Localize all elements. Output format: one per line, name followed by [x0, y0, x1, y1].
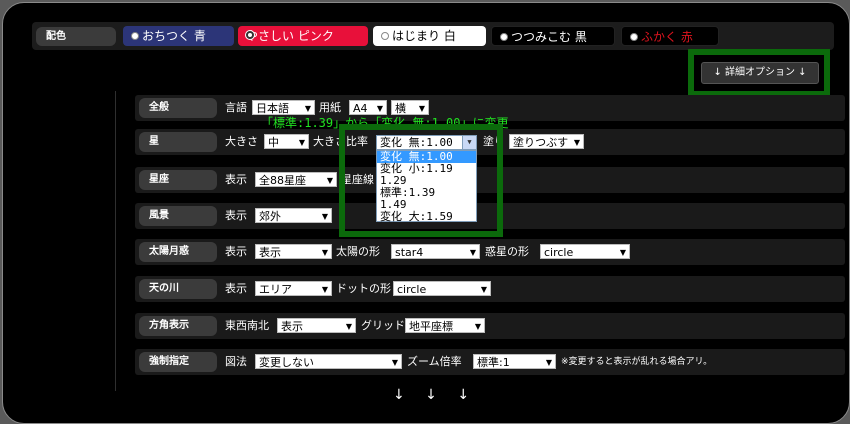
chevron-down-icon: ▼	[376, 104, 383, 113]
fill-select[interactable]: 塗りつぶす ▼	[509, 134, 584, 149]
select-value: 全88星座	[259, 174, 306, 187]
row-label: 星座	[139, 170, 217, 190]
milkyway-show-select[interactable]: エリア ▼	[255, 281, 332, 296]
row-milky-way: 天の川 表示 エリア ▼ ドットの形 circle ▼	[135, 276, 845, 302]
color-scheme-bar: 配色 おちつく 青 やさしい ピンク はじまり 白 つつみこむ 黒 ふかく 赤	[32, 22, 834, 50]
chevron-down-icon: ▼	[418, 104, 425, 113]
orientation-select[interactable]: 横 ▼	[391, 100, 429, 115]
row-label: 太陽月惑	[139, 242, 217, 262]
star-size-select[interactable]: 中 ▼	[264, 134, 309, 149]
radio-selected-icon	[246, 31, 254, 39]
zoom-select[interactable]: 標準:1 ▼	[473, 354, 556, 369]
chevron-down-icon: ▼	[321, 248, 328, 257]
row-label: 風景	[139, 206, 217, 226]
chevron-down-icon: ▼	[326, 176, 333, 185]
row-label: 星	[139, 132, 217, 152]
sun-shape-select[interactable]: star4 ▼	[391, 244, 480, 259]
size-ratio-select[interactable]: 変化 無:1.00 ▼	[376, 135, 477, 150]
select-value: 塗りつぶす	[513, 136, 569, 149]
color-button-white[interactable]: はじまり 白	[373, 26, 486, 46]
sun-shape-label: 太陽の形	[336, 245, 380, 258]
color-button-label: やさしい ピンク	[246, 29, 334, 43]
show-label: 表示	[225, 209, 247, 222]
color-scheme-label: 配色	[36, 27, 116, 46]
color-button-label: ふかく 赤	[641, 30, 693, 44]
color-button-pink[interactable]: やさしい ピンク	[238, 26, 368, 46]
select-value: 地平座標	[409, 320, 453, 333]
row-sun-moon-planets: 太陽月惑 表示 表示 ▼ 太陽の形 star4 ▼ 惑星の形 circle ▼	[135, 239, 845, 265]
select-value: 標準:1	[477, 356, 510, 369]
color-button-black[interactable]: つつみこむ 黒	[491, 26, 615, 46]
chevron-down-icon: ▼	[474, 322, 481, 331]
chevron-down-icon: ▼	[298, 138, 305, 147]
select-value: 郊外	[259, 210, 281, 223]
select-value: 中	[268, 136, 279, 149]
detail-options-button[interactable]: ↓ 詳細オプション ↓	[701, 62, 819, 84]
radio-icon	[131, 32, 139, 40]
chevron-down-icon: ▼	[391, 358, 398, 367]
planet-shape-label: 惑星の形	[485, 245, 529, 258]
row-label: 全般	[139, 98, 217, 118]
planet-shape-select[interactable]: circle ▼	[540, 244, 630, 259]
chevron-down-icon: ▼	[345, 322, 352, 331]
dot-shape-select[interactable]: circle ▼	[393, 281, 491, 296]
scroll-down-arrows[interactable]: ↓ ↓ ↓	[393, 387, 477, 403]
ewsn-label: 東西南北	[225, 319, 269, 332]
paper-select[interactable]: A4 ▼	[349, 100, 387, 115]
chevron-down-icon: ▼	[304, 104, 311, 113]
row-label: 天の川	[139, 279, 217, 299]
projection-label: 図法	[225, 355, 247, 368]
row-force: 強制指定 図法 変更しない ▼ ズーム倍率 標準:1 ▼ ※変更すると表示が乱れる場…	[135, 349, 845, 375]
select-value: 変更しない	[259, 356, 314, 369]
language-select[interactable]: 日本語 ▼	[252, 100, 315, 115]
chevron-down-icon: ▼	[469, 248, 476, 257]
radio-icon	[630, 33, 638, 41]
dot-shape-label: ドットの形	[336, 282, 391, 295]
grid-label: グリッド	[361, 319, 405, 332]
sunmoon-show-select[interactable]: 表示 ▼	[255, 244, 332, 259]
dropdown-option[interactable]: 変化 大:1.59	[377, 211, 476, 223]
select-value: star4	[395, 246, 424, 259]
color-button-label: おちつく 青	[142, 29, 206, 43]
ewsn-select[interactable]: 表示 ▼	[277, 318, 356, 333]
chevron-down-icon: ▼	[480, 285, 487, 294]
row-label: 強制指定	[139, 352, 217, 372]
select-value: 表示	[259, 246, 281, 259]
select-value: エリア	[259, 283, 292, 296]
show-label: 表示	[225, 245, 247, 258]
select-value: 表示	[281, 320, 303, 333]
radio-icon	[381, 32, 389, 40]
radio-icon	[500, 33, 508, 41]
size-label: 大きさ	[225, 135, 258, 148]
size-ratio-dropdown[interactable]: 変化 無:1.00 変化 小:1.19 1.29 標準:1.39 1.49 変化…	[376, 150, 477, 223]
zoom-label: ズーム倍率	[407, 355, 462, 368]
chevron-down-icon: ▼	[321, 285, 328, 294]
select-value: circle	[544, 246, 574, 259]
constellation-select[interactable]: 全88星座 ▼	[255, 172, 337, 187]
chevron-down-icon: ▼	[545, 358, 552, 367]
app-frame: 配色 おちつく 青 やさしい ピンク はじまり 白 つつみこむ 黒 ふかく 赤 …	[2, 2, 850, 424]
chevron-down-icon: ▼	[321, 212, 328, 221]
chevron-down-icon: ▼	[619, 248, 626, 257]
chevron-down-icon[interactable]: ▼	[462, 136, 476, 149]
color-button-red[interactable]: ふかく 赤	[621, 26, 719, 46]
scenery-select[interactable]: 郊外 ▼	[255, 208, 332, 223]
color-button-label: つつみこむ 黒	[511, 30, 587, 44]
language-label: 言語	[225, 101, 247, 114]
show-label: 表示	[225, 173, 247, 186]
grid-select[interactable]: 地平座標 ▼	[405, 318, 485, 333]
row-direction: 方角表示 東西南北 表示 ▼ グリッド 地平座標 ▼	[135, 313, 845, 339]
projection-select[interactable]: 変更しない ▼	[255, 354, 402, 369]
force-note: ※変更すると表示が乱れる場合アリ。	[561, 357, 713, 367]
select-value: 変化 無:1.00	[380, 136, 453, 149]
show-label: 表示	[225, 282, 247, 295]
select-value: circle	[397, 283, 427, 296]
chevron-down-icon: ▼	[573, 138, 580, 147]
divider	[115, 91, 116, 391]
color-button-blue[interactable]: おちつく 青	[123, 26, 234, 46]
row-label: 方角表示	[139, 316, 217, 336]
color-button-label: はじまり 白	[392, 29, 456, 43]
